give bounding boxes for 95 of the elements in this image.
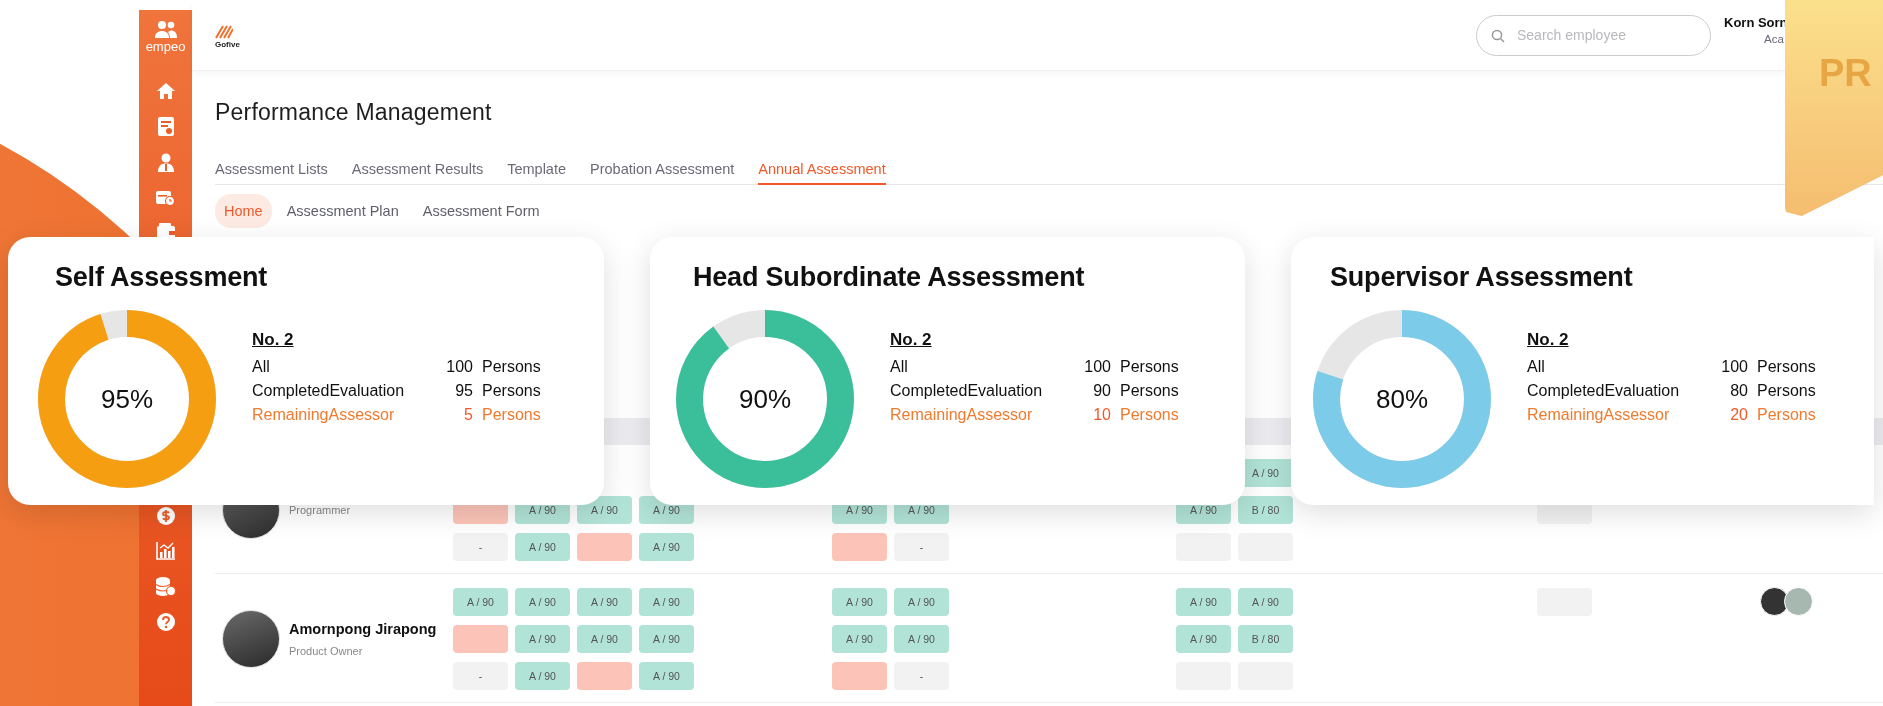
card-title: Head Subordinate Assessment [693, 261, 1086, 294]
grade-chip: A / 90 [577, 625, 632, 653]
stat-label: CompletedEvaluation [252, 382, 406, 400]
grade-chip: A / 90 [453, 587, 508, 616]
grade-chip: A / 90 [515, 625, 570, 653]
tab[interactable]: Annual Assessment [758, 157, 886, 185]
failed-chip [453, 625, 508, 653]
ribbon-text: PR [1818, 51, 1873, 95]
grade-chip: A / 90 [1238, 587, 1293, 616]
card-heading: No. 2 [890, 330, 932, 350]
reviewer-photo-placeholder [1784, 587, 1813, 616]
tab[interactable]: Template [507, 157, 567, 185]
logo-text: Gofive [215, 40, 240, 49]
stat-unit: Persons [1757, 382, 1816, 400]
stat-value: 100 [1084, 358, 1112, 376]
brand-name: empeo [145, 39, 186, 54]
reviewer-photo-placeholder [1760, 587, 1789, 616]
percent-reading: 95% [101, 383, 153, 415]
stat-label: CompletedEvaluation [890, 382, 1044, 400]
grade-chip: A / 90 [639, 625, 694, 653]
stat-unit: Persons [1757, 358, 1816, 376]
stat-value: 90 [1093, 382, 1112, 400]
empty-chip: - [453, 533, 508, 561]
stat-unit: Persons [1757, 406, 1816, 424]
grade-chip: A / 90 [1176, 587, 1231, 616]
stat-unit: Persons [482, 358, 541, 376]
stat-label: RemainingAssessor [252, 406, 396, 424]
grade-chip: A / 90 [577, 587, 632, 616]
search-icon [1491, 28, 1505, 43]
grade-chip: A / 90 [515, 587, 570, 616]
stat-value: 95 [455, 382, 474, 400]
failed-chip [577, 662, 632, 690]
card-heading: No. 2 [252, 330, 294, 350]
stat-value: 100 [446, 358, 474, 376]
card-title: Self Assessment [55, 261, 269, 294]
percent-reading: 80% [1376, 383, 1428, 415]
failed-chip [577, 533, 632, 561]
person-icon[interactable] [157, 153, 174, 172]
empty-chip: - [894, 662, 949, 690]
stripes-logo-icon [215, 25, 233, 39]
dollar-icon[interactable] [156, 507, 175, 525]
stat-value: 80 [1730, 382, 1749, 400]
grade-chip: A / 90 [894, 587, 949, 616]
card-title: Supervisor Assessment [1330, 261, 1634, 294]
help-icon[interactable] [156, 613, 175, 631]
grade-chip: A / 90 [639, 533, 694, 561]
stat-value: 10 [1093, 406, 1112, 424]
stat-label: CompletedEvaluation [1527, 382, 1681, 400]
stat-label: RemainingAssessor [1527, 406, 1671, 424]
grade-chip: A / 90 [639, 662, 694, 690]
grade-chip: A / 90 [515, 533, 570, 561]
tab[interactable]: Assessment Results [351, 157, 484, 185]
database-wrench-icon[interactable] [155, 577, 176, 596]
tab[interactable]: Assessment Lists [215, 157, 328, 185]
bar-chart-icon[interactable] [156, 542, 175, 560]
sub-tab[interactable]: Home [215, 194, 272, 228]
stat-value: 100 [1721, 358, 1749, 376]
stat-label: All [1527, 358, 1546, 376]
empty-chip: - [453, 662, 508, 690]
sub-tab[interactable]: Assessment Form [413, 194, 549, 228]
card-heading: No. 2 [1527, 330, 1569, 350]
percent-reading: 90% [739, 383, 791, 415]
document-icon[interactable] [157, 117, 174, 136]
tab[interactable]: Probation Assessment [590, 157, 735, 185]
search-field[interactable]: Search employee [1476, 14, 1711, 56]
calendar-clock-icon[interactable] [156, 189, 175, 206]
user-role: Aca [1764, 33, 1784, 45]
grade-chip: B / 80 [1238, 496, 1293, 524]
employee-name: Amornpong Jirapong [289, 620, 437, 637]
grade-chip: A / 90 [832, 625, 887, 653]
grade-chip: A / 90 [1176, 625, 1231, 653]
people-icon [154, 20, 177, 38]
empty-chip: - [894, 533, 949, 561]
grade-chip: A / 90 [639, 587, 694, 616]
sub-tab[interactable]: Assessment Plan [277, 194, 408, 228]
stat-unit: Persons [482, 406, 541, 424]
stat-unit: Persons [1120, 358, 1179, 376]
employee-role: Programmer [289, 504, 351, 516]
grade-chip: A / 90 [832, 587, 887, 616]
home-icon[interactable] [155, 82, 176, 100]
stat-label: RemainingAssessor [890, 406, 1034, 424]
grade-chip: B / 80 [1238, 625, 1293, 653]
failed-chip [832, 662, 887, 690]
failed-chip [832, 533, 887, 561]
grade-chip: A / 90 [894, 625, 949, 653]
stat-unit: Persons [482, 382, 541, 400]
stat-unit: Persons [1120, 406, 1179, 424]
page-title: Performance Management [215, 98, 493, 127]
grade-chip: A / 90 [515, 662, 570, 690]
stat-label: All [252, 358, 271, 376]
employee-role: Product Owner [289, 644, 364, 657]
stat-unit: Persons [1120, 382, 1179, 400]
stat-label: All [890, 358, 909, 376]
stat-value: 5 [464, 406, 474, 424]
stat-value: 20 [1730, 406, 1749, 424]
